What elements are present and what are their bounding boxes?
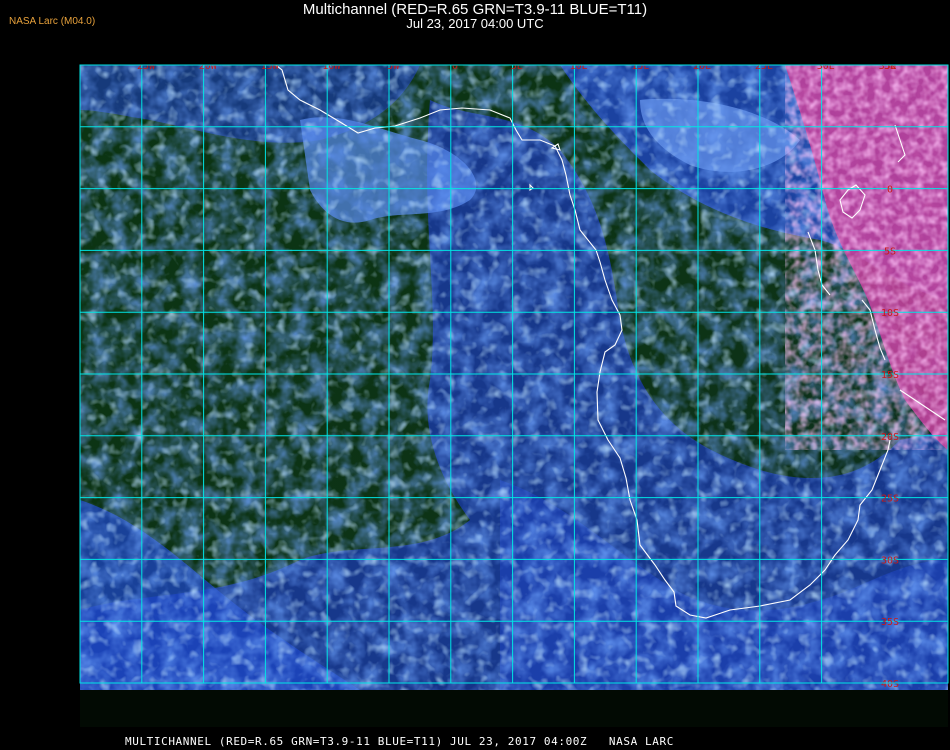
latitude-label: 5S [884, 246, 896, 257]
longitude-label: 25W [137, 61, 156, 72]
longitude-label: 0 [452, 61, 458, 72]
longitude-label: 30E [817, 61, 835, 72]
latitude-label: 15S [881, 370, 899, 381]
longitude-label: 5W [387, 61, 400, 72]
longitude-label: 5E [511, 61, 523, 72]
longitude-label: 10W [322, 61, 341, 72]
longitude-label: 10E [570, 61, 588, 72]
longitude-label: 15W [261, 61, 280, 72]
satellite-image-view: Multichannel (RED=R.65 GRN=T3.9-11 BLUE=… [0, 0, 950, 750]
image-footer-caption: MULTICHANNEL (RED=R.65 GRN=T3.9-11 BLUE=… [125, 735, 674, 748]
latitude-label: 10S [881, 308, 899, 319]
latitude-label: 20S [881, 432, 899, 443]
latitude-label: 30S [881, 555, 899, 566]
longitude-label: 20W [199, 61, 218, 72]
satellite-map: 25W 20W 15W 10W 5W 0 5E 10E 15E 20E 25E 30E 35E5N05S… [79, 61, 949, 727]
latitude-label: 0 [887, 185, 893, 196]
longitude-label: 25E [755, 61, 773, 72]
longitude-label: 15E [631, 61, 649, 72]
latitude-label: 25S [881, 494, 899, 505]
latitude-label: 40S [881, 679, 899, 690]
latitude-label: 5N [884, 61, 896, 72]
longitude-label: 20E [693, 61, 711, 72]
latitude-label: 35S [881, 617, 899, 628]
